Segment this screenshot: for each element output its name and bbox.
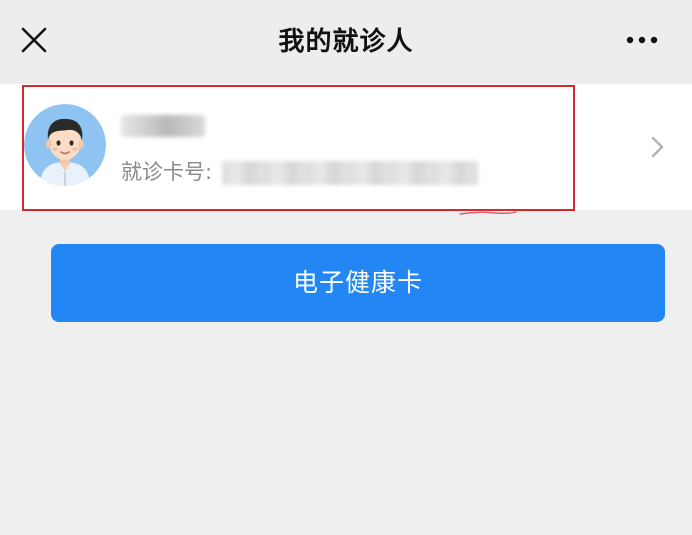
male-avatar-icon (24, 104, 106, 186)
card-number-label: 就诊卡号: (121, 160, 213, 184)
card-number-redaction (222, 161, 478, 185)
annotation-mark (458, 202, 518, 215)
chevron-right-icon (648, 134, 668, 160)
page-title: 我的就诊人 (278, 27, 414, 57)
navigation-bar: 我的就诊人 (0, 0, 692, 84)
more-horizontal-icon[interactable] (622, 28, 662, 52)
health-card-button[interactable]: 电子健康卡 (51, 244, 665, 322)
patient-name-redaction (121, 115, 205, 137)
patient-card[interactable]: 就诊卡号: (0, 84, 692, 215)
